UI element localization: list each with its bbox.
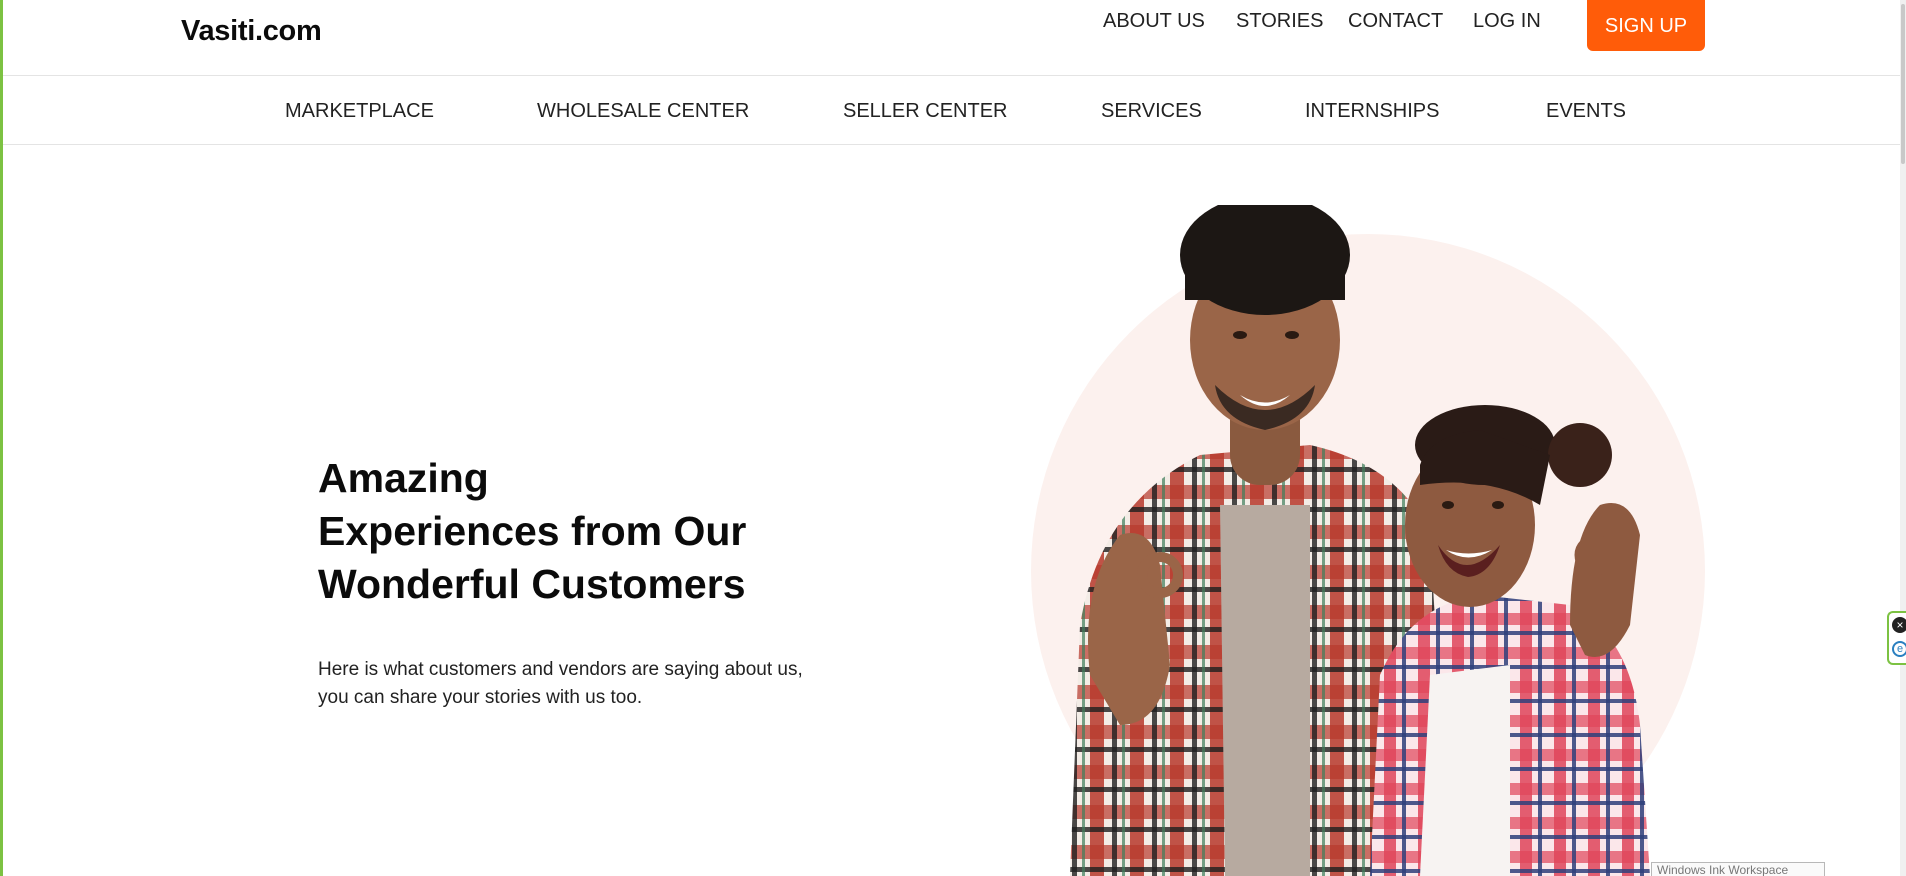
- category-nav: MARKETPLACE WHOLESALE CENTER SELLER CENT…: [3, 77, 1900, 145]
- hero-subtitle: Here is what customers and vendors are s…: [318, 659, 803, 708]
- pen-icon[interactable]: e: [1892, 641, 1906, 657]
- hero-title-line: Amazing: [318, 455, 489, 501]
- nav-about-us[interactable]: ABOUT US: [1103, 10, 1205, 33]
- hero-title: Amazing Experiences from Our Wonderful C…: [318, 452, 788, 611]
- ink-workspace-widget[interactable]: × e: [1887, 611, 1906, 665]
- subnav-seller-center[interactable]: SELLER CENTER: [843, 100, 1008, 123]
- subnav-wholesale-center[interactable]: WHOLESALE CENTER: [537, 100, 749, 123]
- subnav-events[interactable]: EVENTS: [1546, 100, 1626, 123]
- nav-contact[interactable]: CONTACT: [1348, 10, 1443, 33]
- subnav-services[interactable]: SERVICES: [1101, 100, 1202, 123]
- site-logo[interactable]: Vasiti.com: [181, 15, 322, 48]
- hero-title-line: Wonderful Customers: [318, 561, 746, 607]
- top-header: Vasiti.com ABOUT US STORIES CONTACT LOG …: [3, 0, 1900, 76]
- close-icon[interactable]: ×: [1892, 617, 1906, 633]
- ink-workspace-label: Windows Ink Workspace: [1651, 862, 1825, 876]
- hero-title-line: Experiences from Our: [318, 508, 747, 554]
- scrollbar-thumb[interactable]: [1901, 4, 1905, 164]
- subnav-internships[interactable]: INTERNSHIPS: [1305, 100, 1439, 123]
- nav-stories[interactable]: STORIES: [1236, 10, 1323, 33]
- hero-couple-image: [1031, 205, 1705, 876]
- subnav-marketplace[interactable]: MARKETPLACE: [285, 100, 434, 123]
- sign-up-button[interactable]: SIGN UP: [1587, 0, 1705, 51]
- nav-log-in[interactable]: LOG IN: [1473, 10, 1541, 33]
